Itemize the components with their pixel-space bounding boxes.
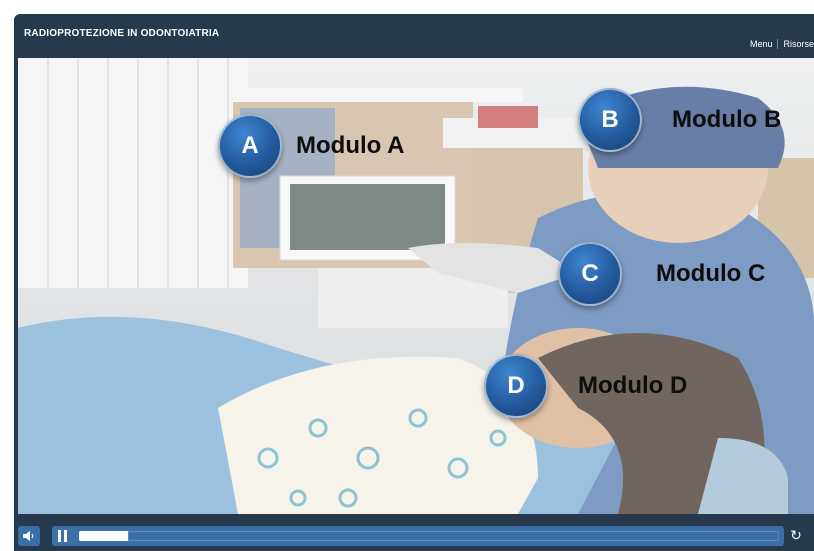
replay-button[interactable]: ↻ <box>788 527 804 543</box>
progress-bar <box>52 526 784 546</box>
seek-fill <box>79 531 128 541</box>
slide-stage: A Modulo A B Modulo B C Modulo C D Modul… <box>18 58 814 514</box>
module-d-badge[interactable]: D <box>484 354 548 418</box>
module-b-label[interactable]: Modulo B <box>672 106 781 134</box>
module-a-hotspot[interactable]: A Modulo A <box>218 114 404 178</box>
module-d-label[interactable]: Modulo D <box>578 372 687 400</box>
player-frame: RADIOPROTEZIONE IN ODONTOIATRIA Menu Ris… <box>14 14 814 551</box>
pause-button[interactable] <box>58 530 72 542</box>
module-d-hotspot[interactable]: D Modulo D <box>484 354 687 418</box>
nav-divider <box>777 39 779 49</box>
module-a-badge[interactable]: A <box>218 114 282 178</box>
seek-track[interactable] <box>79 531 779 541</box>
menu-link[interactable]: Menu <box>750 39 773 49</box>
module-b-hotspot[interactable]: B Modulo B <box>578 88 781 152</box>
module-c-badge[interactable]: C <box>558 242 622 306</box>
module-a-label[interactable]: Modulo A <box>296 132 404 160</box>
speaker-icon <box>23 531 34 541</box>
module-c-label[interactable]: Modulo C <box>656 260 765 288</box>
top-nav: Menu Risorse <box>750 39 814 49</box>
top-bar: RADIOPROTEZIONE IN ODONTOIATRIA Menu Ris… <box>14 14 814 58</box>
pause-icon <box>64 530 67 542</box>
module-c-hotspot[interactable]: C Modulo C <box>558 242 765 306</box>
seek-remaining <box>128 531 779 541</box>
player-controls: ↻ <box>14 522 814 551</box>
sound-button[interactable] <box>18 526 40 546</box>
resources-link[interactable]: Risorse <box>783 39 814 49</box>
replay-icon: ↻ <box>790 527 802 543</box>
module-b-badge[interactable]: B <box>578 88 642 152</box>
pause-icon <box>58 530 61 542</box>
course-title: RADIOPROTEZIONE IN ODONTOIATRIA <box>24 28 220 39</box>
